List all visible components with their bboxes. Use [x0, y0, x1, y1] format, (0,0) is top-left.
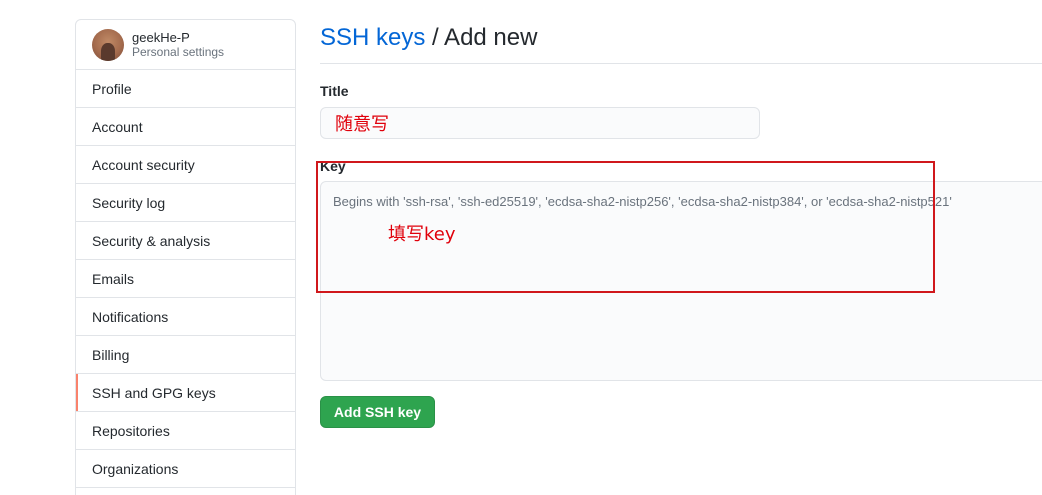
key-label: Key	[320, 158, 346, 174]
personal-settings-label: Personal settings	[132, 44, 225, 59]
title-input-value: 随意写	[335, 114, 389, 135]
user-block: geekHe-P Personal settings	[132, 30, 224, 60]
breadcrumb-current: / Add new	[425, 24, 538, 51]
sidebar-item-account[interactable]: Account	[76, 108, 295, 146]
key-annotation: 填写key	[388, 224, 456, 245]
sidebar-item-organizations[interactable]: Organizations	[76, 450, 295, 488]
title-input[interactable]: 随意写	[320, 107, 760, 139]
sidebar-header[interactable]: geekHe-P Personal settings	[76, 20, 295, 70]
sidebar-item-profile[interactable]: Profile	[76, 70, 295, 108]
sidebar-item-repositories[interactable]: Repositories	[76, 412, 295, 450]
sidebar-item-emails[interactable]: Emails	[76, 260, 295, 298]
key-textarea[interactable]: Begins with 'ssh-rsa', 'ssh-ed25519', 'e…	[320, 181, 1042, 381]
heading-divider	[320, 63, 1042, 64]
sidebar-item-billing[interactable]: Billing	[76, 336, 295, 374]
title-label: Title	[320, 83, 349, 99]
username[interactable]: geekHe-P	[132, 30, 224, 45]
breadcrumb-ssh-keys-link[interactable]: SSH keys	[320, 24, 425, 51]
sidebar-item-account-security[interactable]: Account security	[76, 146, 295, 184]
avatar[interactable]	[92, 28, 124, 61]
page-title: SSH keys / Add new	[320, 24, 537, 52]
sidebar-item-ssh-gpg-keys[interactable]: SSH and GPG keys	[76, 374, 295, 412]
settings-sidebar: geekHe-P Personal settings Profile Accou…	[75, 19, 296, 495]
sidebar-item-security-log[interactable]: Security log	[76, 184, 295, 222]
key-placeholder: Begins with 'ssh-rsa', 'ssh-ed25519', 'e…	[333, 194, 952, 209]
sidebar-item-security-analysis[interactable]: Security & analysis	[76, 222, 295, 260]
add-ssh-key-button[interactable]: Add SSH key	[320, 396, 435, 428]
sidebar-item-notifications[interactable]: Notifications	[76, 298, 295, 336]
